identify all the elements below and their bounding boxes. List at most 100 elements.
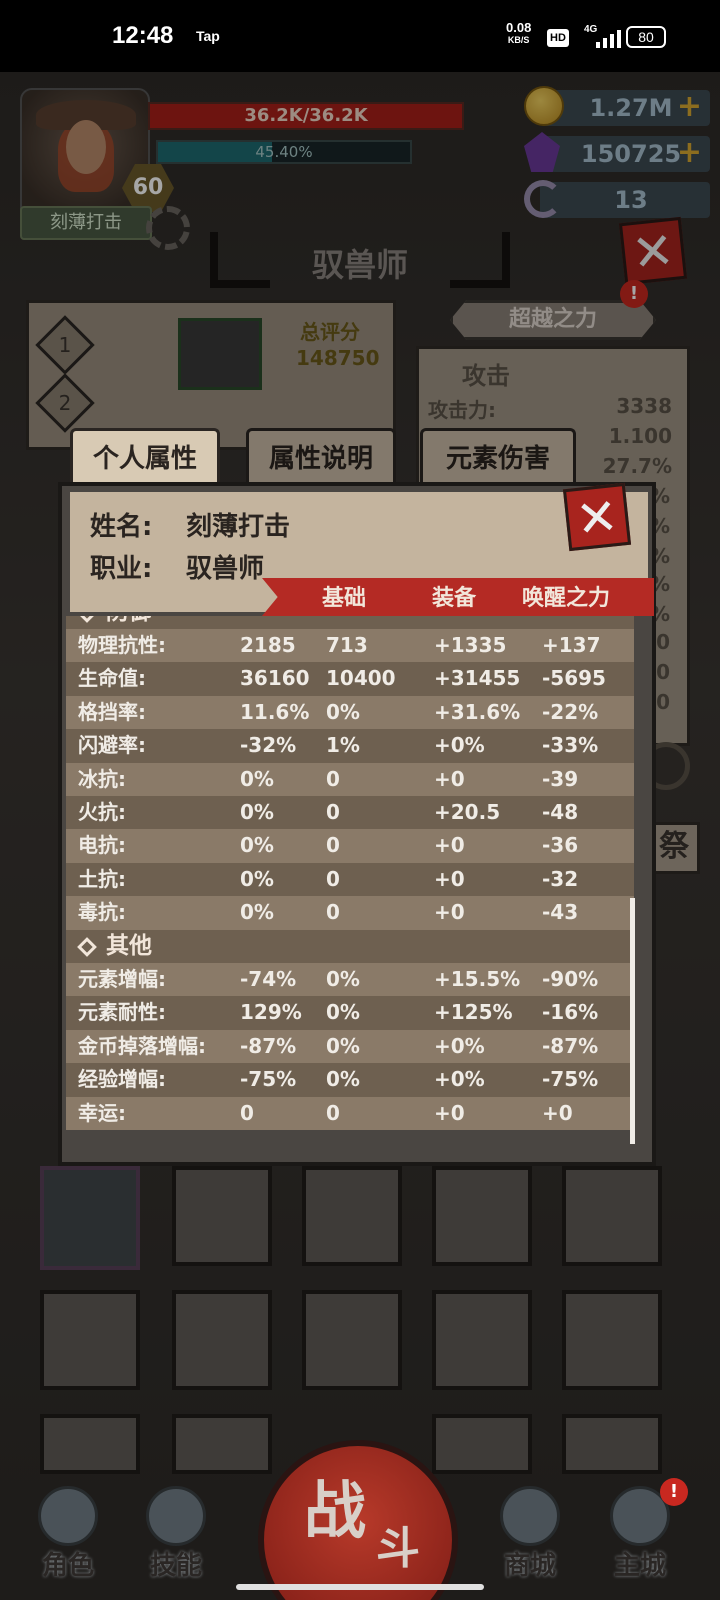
tab-personal-attributes[interactable]: 个人属性 xyxy=(70,428,220,486)
attr-label: 毒抗: xyxy=(78,900,126,925)
slot-number-1-label: 1 xyxy=(58,333,72,357)
horn-value: 13 xyxy=(614,186,648,214)
inventory-slot[interactable] xyxy=(40,1166,140,1270)
inventory-slot[interactable] xyxy=(172,1414,272,1474)
inventory-slot[interactable] xyxy=(172,1166,272,1266)
column-header-base: 基础 xyxy=(322,586,367,611)
crystal-value: 150725 xyxy=(580,140,682,168)
app-tag: Tap xyxy=(196,28,220,44)
table-scrollbar[interactable] xyxy=(630,898,635,1144)
add-crystal-button[interactable]: + xyxy=(677,136,702,170)
section-title: 防御 xyxy=(106,616,152,629)
attr-label: 电抗: xyxy=(78,833,126,858)
helmet-icon xyxy=(38,1486,98,1546)
inventory-slot[interactable] xyxy=(432,1166,532,1266)
attr-equip: +31455 xyxy=(434,666,521,691)
inventory-slot[interactable] xyxy=(40,1414,140,1474)
hp-bar: 36.2K/36.2K xyxy=(148,102,464,130)
inventory-slot[interactable] xyxy=(562,1290,662,1390)
close-icon: ✕ xyxy=(629,220,677,284)
attr-total: -74% xyxy=(240,967,297,991)
attr-label: 物理抗性: xyxy=(78,633,166,657)
diamond-icon xyxy=(77,936,97,957)
horn-counter: 13 xyxy=(524,180,710,218)
section-title: 其他 xyxy=(106,932,152,959)
main-city-alert-badge: ! xyxy=(660,1478,688,1506)
xp-bar: 45.40% xyxy=(156,140,412,164)
section-header-defense: 防御 xyxy=(66,616,634,630)
attr-total: 11.6% xyxy=(240,699,310,724)
inventory-slot[interactable] xyxy=(302,1166,402,1266)
attr-label: 经验增幅: xyxy=(78,1067,166,1092)
attribute-row: 幸运: 0 0 +0 +0 xyxy=(66,1096,634,1130)
attr-equip: +0 xyxy=(434,900,465,925)
slot-number-2-label: 2 xyxy=(58,391,72,415)
attr-base: 0 xyxy=(326,1100,340,1125)
attr-awaken: -87% xyxy=(542,1033,599,1058)
tent-icon xyxy=(500,1486,560,1546)
skill-name-chip[interactable]: 刻薄打击 xyxy=(20,206,152,240)
status-bar: 12:48 Tap 0.08 KB/S HD 4G 80 xyxy=(0,0,720,72)
hero-face xyxy=(66,120,106,174)
attribute-row: 金币掉落增幅: -87% 0% +0% -87% xyxy=(66,1029,634,1064)
inventory-slot[interactable] xyxy=(40,1290,140,1390)
column-header-equip: 装备 xyxy=(432,586,477,611)
name-key: 姓名: xyxy=(90,512,153,542)
page-close-button[interactable]: ✕ xyxy=(618,216,688,286)
attr-base: 10400 xyxy=(326,666,396,691)
attr-base: 0% xyxy=(326,967,360,991)
attr-label: 生命值: xyxy=(78,666,146,691)
tab-element-damage[interactable]: 元素伤害 xyxy=(420,428,576,486)
attr-total: -75% xyxy=(240,1067,297,1092)
battle-label-1: 战 xyxy=(304,1474,367,1547)
nav-skills-label: 技能 xyxy=(149,1551,202,1581)
inventory-slot[interactable] xyxy=(432,1414,532,1474)
attribute-row: 格挡率: 11.6% 0% +31.6% -22% xyxy=(66,695,634,730)
tab-attribute-info[interactable]: 属性说明 xyxy=(246,428,396,486)
nav-skills[interactable]: 技能 xyxy=(126,1476,226,1586)
inventory-slot[interactable] xyxy=(302,1290,402,1390)
modal-close-button[interactable]: ✕ xyxy=(562,482,632,552)
attr-label: 元素增幅: xyxy=(78,967,166,991)
add-gold-button[interactable]: + xyxy=(677,90,702,124)
attr-total: -32% xyxy=(240,733,297,758)
nav-character[interactable]: 角色 xyxy=(18,1476,118,1586)
attack-title: 攻击 xyxy=(462,362,510,390)
attribute-row: 火抗: 0% 0 +20.5 -48 xyxy=(66,796,634,830)
nav-main-city-label: 主城 xyxy=(613,1551,666,1581)
class-key: 职业: xyxy=(90,554,153,584)
equipped-item-thumb[interactable] xyxy=(178,318,262,390)
gear-icon[interactable] xyxy=(146,206,190,250)
section-header-other: 其他 xyxy=(66,929,634,963)
nav-shop-label: 商城 xyxy=(503,1551,556,1581)
attr-awaken: -16% xyxy=(542,1000,599,1025)
attr-base: 0% xyxy=(326,1067,360,1092)
net-speed-unit: KB/S xyxy=(507,35,530,45)
attr-awaken: -75% xyxy=(542,1067,599,1092)
attr-label: 元素耐性: xyxy=(78,1000,166,1025)
attr-equip: +15.5% xyxy=(434,967,521,991)
close-icon: ✕ xyxy=(573,486,621,550)
transcend-button[interactable]: 超越之力 xyxy=(450,300,656,340)
signal-icon xyxy=(596,30,621,48)
attr-equip: +1335 xyxy=(434,633,507,657)
attribute-table[interactable]: 防御 物理抗性: 2185 713 +1335 +137 生命值: 36160 10400 +3… xyxy=(66,616,640,1148)
inventory-slot[interactable] xyxy=(562,1166,662,1266)
clock: 12:48 xyxy=(112,22,174,49)
attr-total: -87% xyxy=(240,1033,297,1058)
home-indicator[interactable] xyxy=(236,1584,484,1590)
attribute-row: 经验增幅: -75% 0% +0% -75% xyxy=(66,1063,634,1097)
inventory-slot[interactable] xyxy=(432,1290,532,1390)
attr-base: 0 xyxy=(326,766,340,791)
class-field: 职业: 驭兽师 xyxy=(90,548,264,585)
attr-equip: +20.5 xyxy=(434,800,501,824)
attribute-row: 冰抗: 0% 0 +0 -39 xyxy=(66,762,634,796)
page-title: 驭兽师 xyxy=(311,246,408,284)
attr-equip: +0 xyxy=(434,766,465,791)
nav-shop[interactable]: 商城 xyxy=(480,1476,580,1586)
battle-label-2: 斗 xyxy=(376,1523,420,1574)
attr-awaken: -39 xyxy=(542,766,579,791)
attr-equip: +125% xyxy=(434,1000,513,1025)
inventory-slot[interactable] xyxy=(562,1414,662,1474)
inventory-slot[interactable] xyxy=(172,1290,272,1390)
